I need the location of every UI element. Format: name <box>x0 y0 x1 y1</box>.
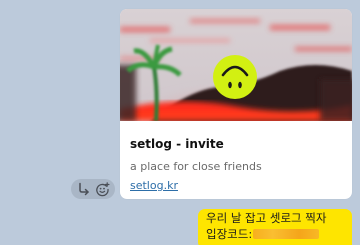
message-line-2: 입장코드: <box>206 227 346 243</box>
link-preview-title: setlog - invite <box>130 137 224 151</box>
message-line-1: 우리 날 잡고 셋로그 찍자 <box>206 211 327 225</box>
link-preview-description: a place for close friends <box>130 160 262 173</box>
redacted-entry-code <box>253 229 320 240</box>
add-reaction-icon[interactable] <box>95 181 111 197</box>
link-preview-url[interactable]: setlog.kr <box>130 178 345 194</box>
smiley-icon <box>213 55 257 99</box>
link-preview-text: setlog - invite a place for close friend… <box>130 129 345 194</box>
link-preview-image <box>120 9 352 121</box>
entry-code-label: 입장코드: <box>206 226 253 241</box>
share-icon[interactable] <box>76 181 92 197</box>
outgoing-message-bubble[interactable]: 우리 날 잡고 셋로그 찍자 입장코드: <box>198 209 352 245</box>
chat-area: setlog - invite a place for close friend… <box>0 0 360 245</box>
message-action-buttons <box>71 179 115 199</box>
link-preview-card[interactable]: setlog - invite a place for close friend… <box>120 9 352 199</box>
